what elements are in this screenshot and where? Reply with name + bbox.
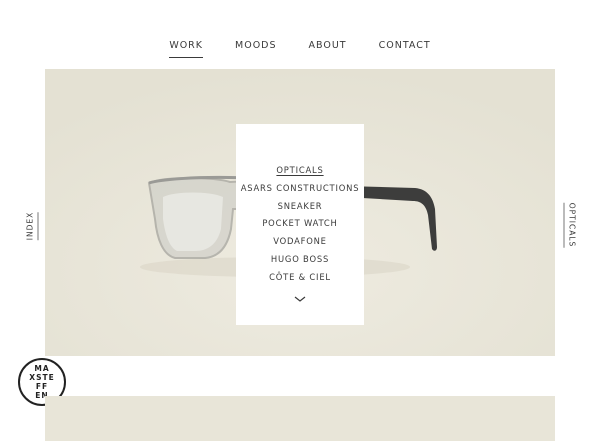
main-nav: WORK MOODS ABOUT CONTACT [0, 40, 600, 58]
logo-line: XSTE [29, 373, 55, 382]
next-project-preview [45, 396, 555, 441]
project-item-hugo-boss[interactable]: HUGO BOSS [241, 251, 360, 269]
project-item-pocket-watch[interactable]: POCKET WATCH [241, 215, 360, 233]
logo-line: FF [35, 382, 49, 391]
project-item-opticals[interactable]: OPTICALS [241, 162, 360, 180]
nav-item-about[interactable]: ABOUT [309, 40, 347, 58]
nav-item-contact[interactable]: CONTACT [379, 40, 431, 58]
logo-line: MA [34, 364, 50, 373]
current-project-label[interactable]: OPTICALS [563, 202, 577, 248]
nav-item-moods[interactable]: MOODS [235, 40, 277, 58]
index-link[interactable]: INDEX [25, 211, 39, 241]
project-item-sneaker[interactable]: SNEAKER [241, 198, 360, 216]
chevron-down-icon[interactable] [294, 287, 306, 306]
project-item-cote-ciel[interactable]: CÔTE & CIEL [241, 269, 360, 287]
project-menu-panel: OPTICALS ASARS CONSTRUCTIONS SNEAKER POC… [236, 124, 364, 325]
nav-item-work[interactable]: WORK [169, 40, 204, 58]
project-item-vodafone[interactable]: VODAFONE [241, 233, 360, 251]
project-item-asars-constructions[interactable]: ASARS CONSTRUCTIONS [241, 180, 360, 198]
project-list: OPTICALS ASARS CONSTRUCTIONS SNEAKER POC… [241, 162, 360, 287]
